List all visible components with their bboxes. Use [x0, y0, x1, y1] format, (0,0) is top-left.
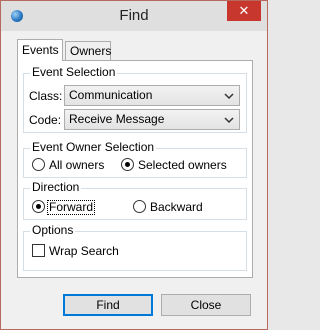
class-select-value: Communication	[69, 88, 153, 102]
direction-legend: Direction	[30, 180, 82, 194]
window-close-button[interactable]: ✕	[227, 1, 261, 21]
wrap-search-checkbox[interactable]	[32, 244, 45, 257]
options-group: Options Wrap Search	[23, 223, 247, 271]
backward-label[interactable]: Backward	[150, 200, 203, 214]
code-label: Code:	[29, 113, 62, 127]
selected-owners-label[interactable]: Selected owners	[138, 158, 227, 172]
close-icon: ✕	[238, 3, 250, 18]
code-select-value: Receive Message	[69, 112, 165, 126]
wrap-search-label[interactable]: Wrap Search	[49, 244, 119, 258]
direction-group: Direction Forward Backward	[23, 180, 247, 220]
forward-radio[interactable]	[32, 200, 45, 213]
close-button[interactable]: Close	[161, 294, 251, 316]
tab-panel-events: Event Selection Class: Communication Cod…	[17, 60, 253, 278]
event-selection-legend: Event Selection	[30, 65, 118, 79]
backward-radio[interactable]	[133, 200, 146, 213]
code-select[interactable]: Receive Message	[64, 109, 240, 130]
title-bar[interactable]: Find ✕	[1, 1, 267, 31]
class-select[interactable]: Communication	[64, 85, 240, 106]
selected-owners-radio[interactable]	[121, 158, 134, 171]
chevron-down-icon	[224, 93, 234, 100]
tab-owners[interactable]: Owners	[65, 41, 111, 61]
owner-selection-group: Event Owner Selection All owners Selecte…	[23, 140, 247, 178]
tab-events[interactable]: Events	[17, 39, 63, 61]
find-button[interactable]: Find	[63, 294, 153, 316]
options-legend: Options	[30, 223, 76, 237]
all-owners-radio[interactable]	[32, 158, 45, 171]
owner-selection-legend: Event Owner Selection	[30, 140, 157, 154]
find-dialog: Find ✕ Events Owners Event Selection Cla…	[0, 0, 268, 330]
forward-label[interactable]: Forward	[47, 200, 96, 215]
all-owners-label[interactable]: All owners	[49, 158, 104, 172]
class-label: Class:	[29, 89, 63, 103]
event-selection-group: Event Selection Class: Communication Cod…	[23, 65, 247, 133]
chevron-down-icon	[224, 117, 234, 124]
